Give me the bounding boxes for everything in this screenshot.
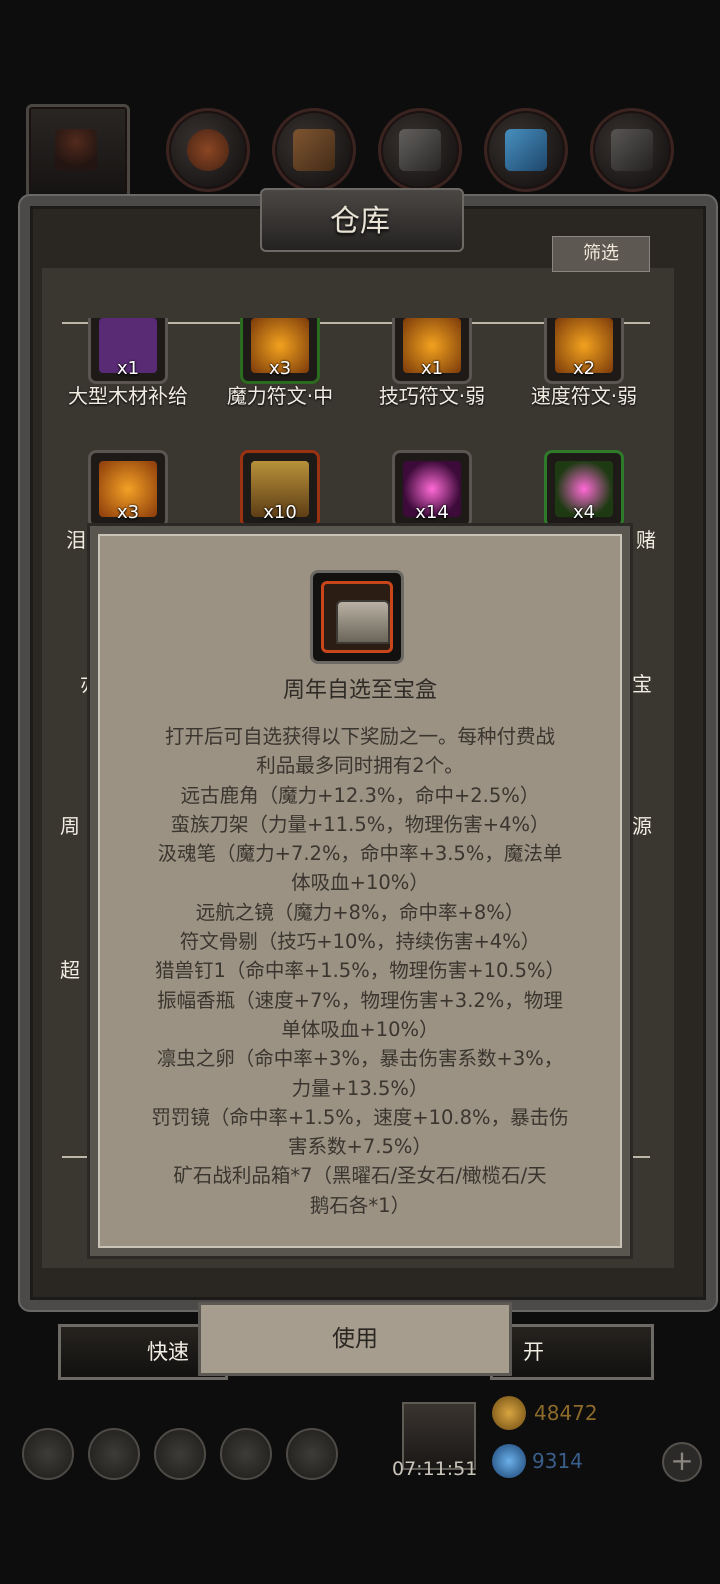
filter-button[interactable]: 筛选 xyxy=(552,236,650,272)
item-slot[interactable]: x14 xyxy=(392,450,472,528)
item-name: 大型木材补给 xyxy=(68,384,188,408)
item-count: x2 xyxy=(572,358,596,379)
item-count: x10 xyxy=(263,502,297,523)
item-slot[interactable]: x1 xyxy=(392,318,472,384)
tab-iron[interactable] xyxy=(590,108,674,192)
item-detail-icon-frame xyxy=(310,570,404,664)
item-name-partial: 超 xyxy=(60,958,80,982)
hooded-figure-icon xyxy=(55,129,97,171)
item-name-partial: 源 xyxy=(632,814,652,838)
item-name-partial: 宝 xyxy=(632,672,652,696)
item-slot[interactable]: x3 xyxy=(88,450,168,528)
item-count: x1 xyxy=(116,358,140,379)
crystal-icon xyxy=(505,129,547,171)
stone-icon xyxy=(399,129,441,171)
item-slot[interactable]: x10 xyxy=(240,450,320,528)
add-gems-icon[interactable]: + xyxy=(662,1442,702,1482)
food-icon xyxy=(187,129,229,171)
gift-timer: 07:11:51 xyxy=(392,1458,478,1480)
use-button[interactable]: 使用 xyxy=(198,1302,512,1376)
item-count: x1 xyxy=(420,358,444,379)
tab-stone[interactable] xyxy=(378,108,462,192)
item-count: x14 xyxy=(415,502,449,523)
page-title: 仓库 xyxy=(330,204,390,239)
item-slot[interactable]: x2 xyxy=(544,318,624,384)
tab-all[interactable] xyxy=(26,104,130,206)
item-name: 魔力符文·中 xyxy=(226,384,334,408)
wood-icon xyxy=(293,129,335,171)
settings-icon[interactable] xyxy=(22,1428,74,1480)
iron-icon xyxy=(611,129,653,171)
item-name-partial: 周 xyxy=(60,814,80,838)
achievement-icon[interactable] xyxy=(88,1428,140,1480)
gem-amount: 9314 xyxy=(532,1449,583,1473)
item-count: x4 xyxy=(572,502,596,523)
item-name-partial: 泪 xyxy=(66,528,86,552)
item-count: x3 xyxy=(268,358,292,379)
item-name-partial: 赌 xyxy=(636,528,656,552)
tab-crystal[interactable] xyxy=(484,108,568,192)
tab-food[interactable] xyxy=(166,108,250,192)
item-description: 打开后可自选获得以下奖励之一。每种付费战 利品最多同时拥有2个。 远古鹿角（魔力… xyxy=(151,725,569,1217)
item-count: x3 xyxy=(116,502,140,523)
item-title: 周年自选至宝盒 xyxy=(282,678,437,703)
item-slot[interactable]: x3 xyxy=(240,318,320,384)
item-slot[interactable]: x4 xyxy=(544,450,624,528)
treasure-chest-icon xyxy=(336,600,390,644)
item-slot[interactable]: x1 xyxy=(88,318,168,384)
item-name: 速度符文·弱 xyxy=(530,384,638,408)
gold-icon xyxy=(492,1396,526,1430)
mail-icon[interactable] xyxy=(220,1428,272,1480)
gold-amount: 48472 xyxy=(534,1401,598,1425)
dice-icon[interactable] xyxy=(286,1428,338,1480)
item-name: 技巧符文·弱 xyxy=(378,384,486,408)
tab-wood[interactable] xyxy=(272,108,356,192)
open-all-button[interactable]: 开 xyxy=(490,1324,654,1380)
gem-icon xyxy=(492,1444,526,1478)
map-icon[interactable] xyxy=(154,1428,206,1480)
